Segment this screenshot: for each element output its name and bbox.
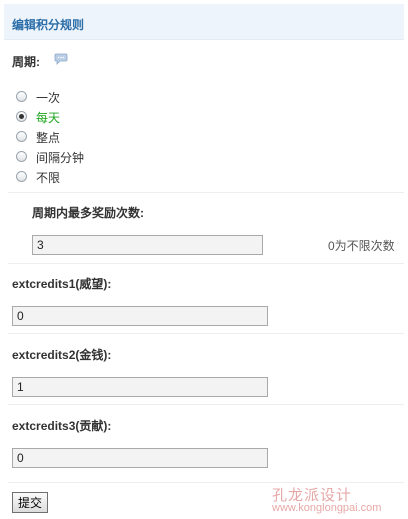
watermark-url: www.konglongpai.com (272, 502, 382, 514)
radio-button-checked[interactable] (16, 111, 27, 122)
divider (8, 263, 404, 264)
period-label: 周期: (12, 55, 40, 69)
extcredits2-input[interactable] (12, 377, 268, 397)
panel-title: 编辑积分规则 (12, 18, 85, 32)
radio-button[interactable] (16, 91, 27, 102)
extcredits3-input[interactable] (12, 448, 268, 468)
max-rewards-hint: 0为不限次数 (328, 239, 395, 253)
period-option-label: 间隔分钟 (36, 151, 85, 165)
extcredits1-input[interactable] (12, 306, 268, 326)
extcredits2-label: extcredits2(金钱): (12, 348, 112, 362)
divider (8, 482, 404, 483)
period-option-label: 整点 (36, 131, 61, 145)
extcredits1-label: extcredits1(威望): (12, 277, 112, 291)
extcredits3-label: extcredits3(贡献): (12, 419, 112, 433)
period-option-label: 一次 (36, 91, 61, 105)
divider (8, 192, 404, 193)
period-row: 周期: (12, 53, 68, 69)
radio-button[interactable] (16, 151, 27, 162)
period-option-label: 每天 (36, 111, 61, 125)
panel-header: 编辑积分规则 (4, 4, 404, 40)
divider (8, 404, 404, 405)
divider (8, 333, 404, 334)
radio-button[interactable] (16, 131, 27, 142)
submit-button[interactable]: 提交 (12, 492, 48, 513)
max-rewards-input[interactable] (32, 235, 263, 255)
speech-bubble-help-icon[interactable] (54, 53, 68, 65)
period-option-label: 不限 (36, 171, 61, 185)
max-rewards-label: 周期内最多奖励次数: (32, 206, 144, 220)
radio-button[interactable] (16, 171, 27, 182)
